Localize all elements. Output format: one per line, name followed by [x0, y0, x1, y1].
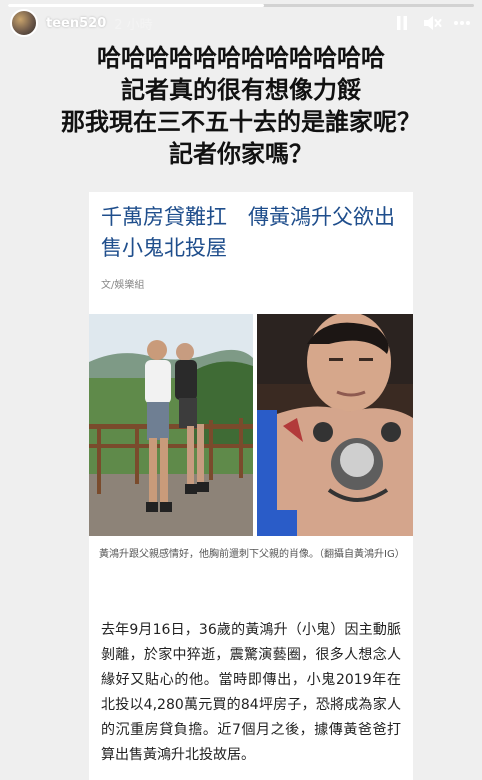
story-header: teen520 2 小時: [10, 9, 472, 37]
more-options-icon[interactable]: [452, 13, 472, 33]
news-article-screenshot: 千萬房貸難扛 傳黃鴻升父欲出售小鬼北投屋 文/娛樂組 黃鴻升跟父親感情好，他胸前…: [89, 192, 413, 780]
username[interactable]: teen520: [46, 16, 106, 31]
caption-line: 哈哈哈哈哈哈哈哈哈哈哈哈: [97, 44, 385, 72]
mute-icon[interactable]: [422, 13, 442, 33]
avatar[interactable]: [10, 9, 38, 37]
article-byline: 文/娛樂組: [101, 280, 145, 291]
post-time: 2 小時: [114, 17, 153, 33]
father-son-photo: [89, 314, 253, 536]
story-progress-bar: [8, 4, 474, 7]
photo-caption: 黃鴻升跟父親感情好，他胸前還刺下父親的肖像。（翻攝自黃鴻升IG）: [99, 549, 405, 560]
caption-line: 記者你家嗎？: [169, 140, 313, 168]
pause-icon[interactable]: [392, 13, 412, 33]
article-body: 去年9月16日，36歲的黃鴻升（小鬼）因主動脈剝離，於家中猝逝，震驚演藝圈，很多…: [101, 622, 401, 763]
chest-tattoo-photo: [257, 314, 413, 536]
story-controls: [392, 13, 472, 33]
article-headline: 千萬房貸難扛 傳黃鴻升父欲出售小鬼北投屋: [101, 205, 395, 260]
story-progress-fill: [8, 4, 265, 7]
caption-line: 那我現在三不五十去的是誰家呢？: [61, 108, 421, 136]
story-caption: 哈哈哈哈哈哈哈哈哈哈哈哈 記者真的很有想像力餒 那我現在三不五十去的是誰家呢？ …: [0, 42, 482, 170]
article-photos: [89, 314, 413, 536]
caption-line: 記者真的很有想像力餒: [121, 76, 361, 104]
